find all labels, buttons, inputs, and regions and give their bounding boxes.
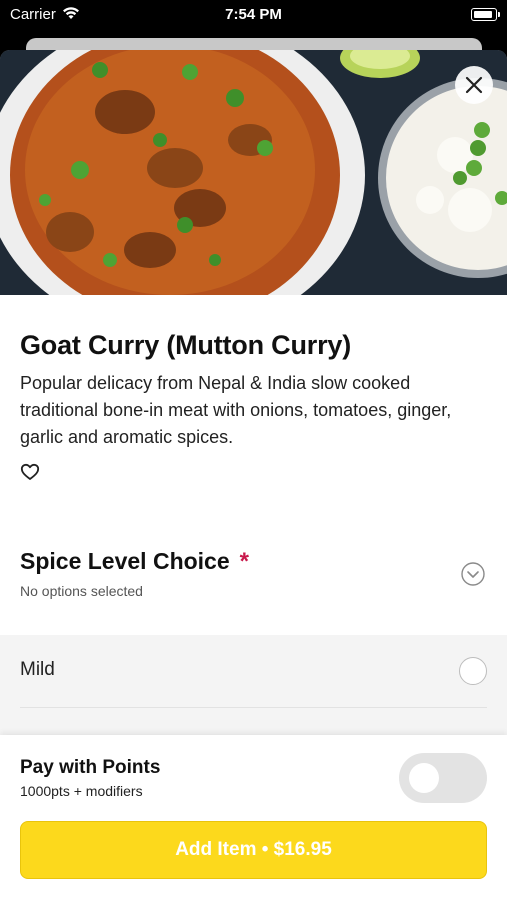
option-divider bbox=[20, 707, 487, 708]
spice-section-subtitle: No options selected bbox=[20, 583, 143, 599]
bottom-action-bar: Pay with Points 1000pts + modifiers Add … bbox=[0, 735, 507, 900]
heart-outline-icon[interactable] bbox=[20, 462, 40, 482]
pay-with-points-title: Pay with Points bbox=[20, 757, 161, 778]
close-button[interactable] bbox=[455, 66, 493, 104]
item-detail-sheet: Goat Curry (Mutton Curry) Popular delica… bbox=[0, 50, 507, 900]
option-label: Mild bbox=[20, 659, 55, 680]
item-title: Goat Curry (Mutton Curry) bbox=[20, 330, 351, 360]
option-radio-button[interactable] bbox=[459, 657, 487, 685]
goat-curry-photo bbox=[0, 50, 507, 295]
pay-with-points-toggle[interactable] bbox=[399, 753, 487, 803]
spice-section-title: Spice Level Choice * bbox=[20, 548, 249, 576]
chevron-down-circle-icon[interactable] bbox=[461, 562, 485, 586]
close-icon bbox=[465, 76, 483, 94]
battery-icon bbox=[471, 8, 500, 21]
required-mark: * bbox=[239, 548, 249, 575]
spice-section-title-text: Spice Level Choice bbox=[20, 548, 230, 574]
item-description: Popular delicacy from Nepal & India slow… bbox=[20, 373, 452, 447]
add-item-button[interactable]: Add Item • $16.95 bbox=[20, 821, 487, 879]
status-bar: Carrier 7:54 PM bbox=[0, 0, 507, 30]
toggle-knob bbox=[409, 763, 439, 793]
option-row-mild[interactable]: Mild bbox=[0, 635, 507, 707]
pay-with-points-subtitle: 1000pts + modifiers bbox=[20, 783, 143, 799]
clock-time: 7:54 PM bbox=[225, 6, 282, 23]
